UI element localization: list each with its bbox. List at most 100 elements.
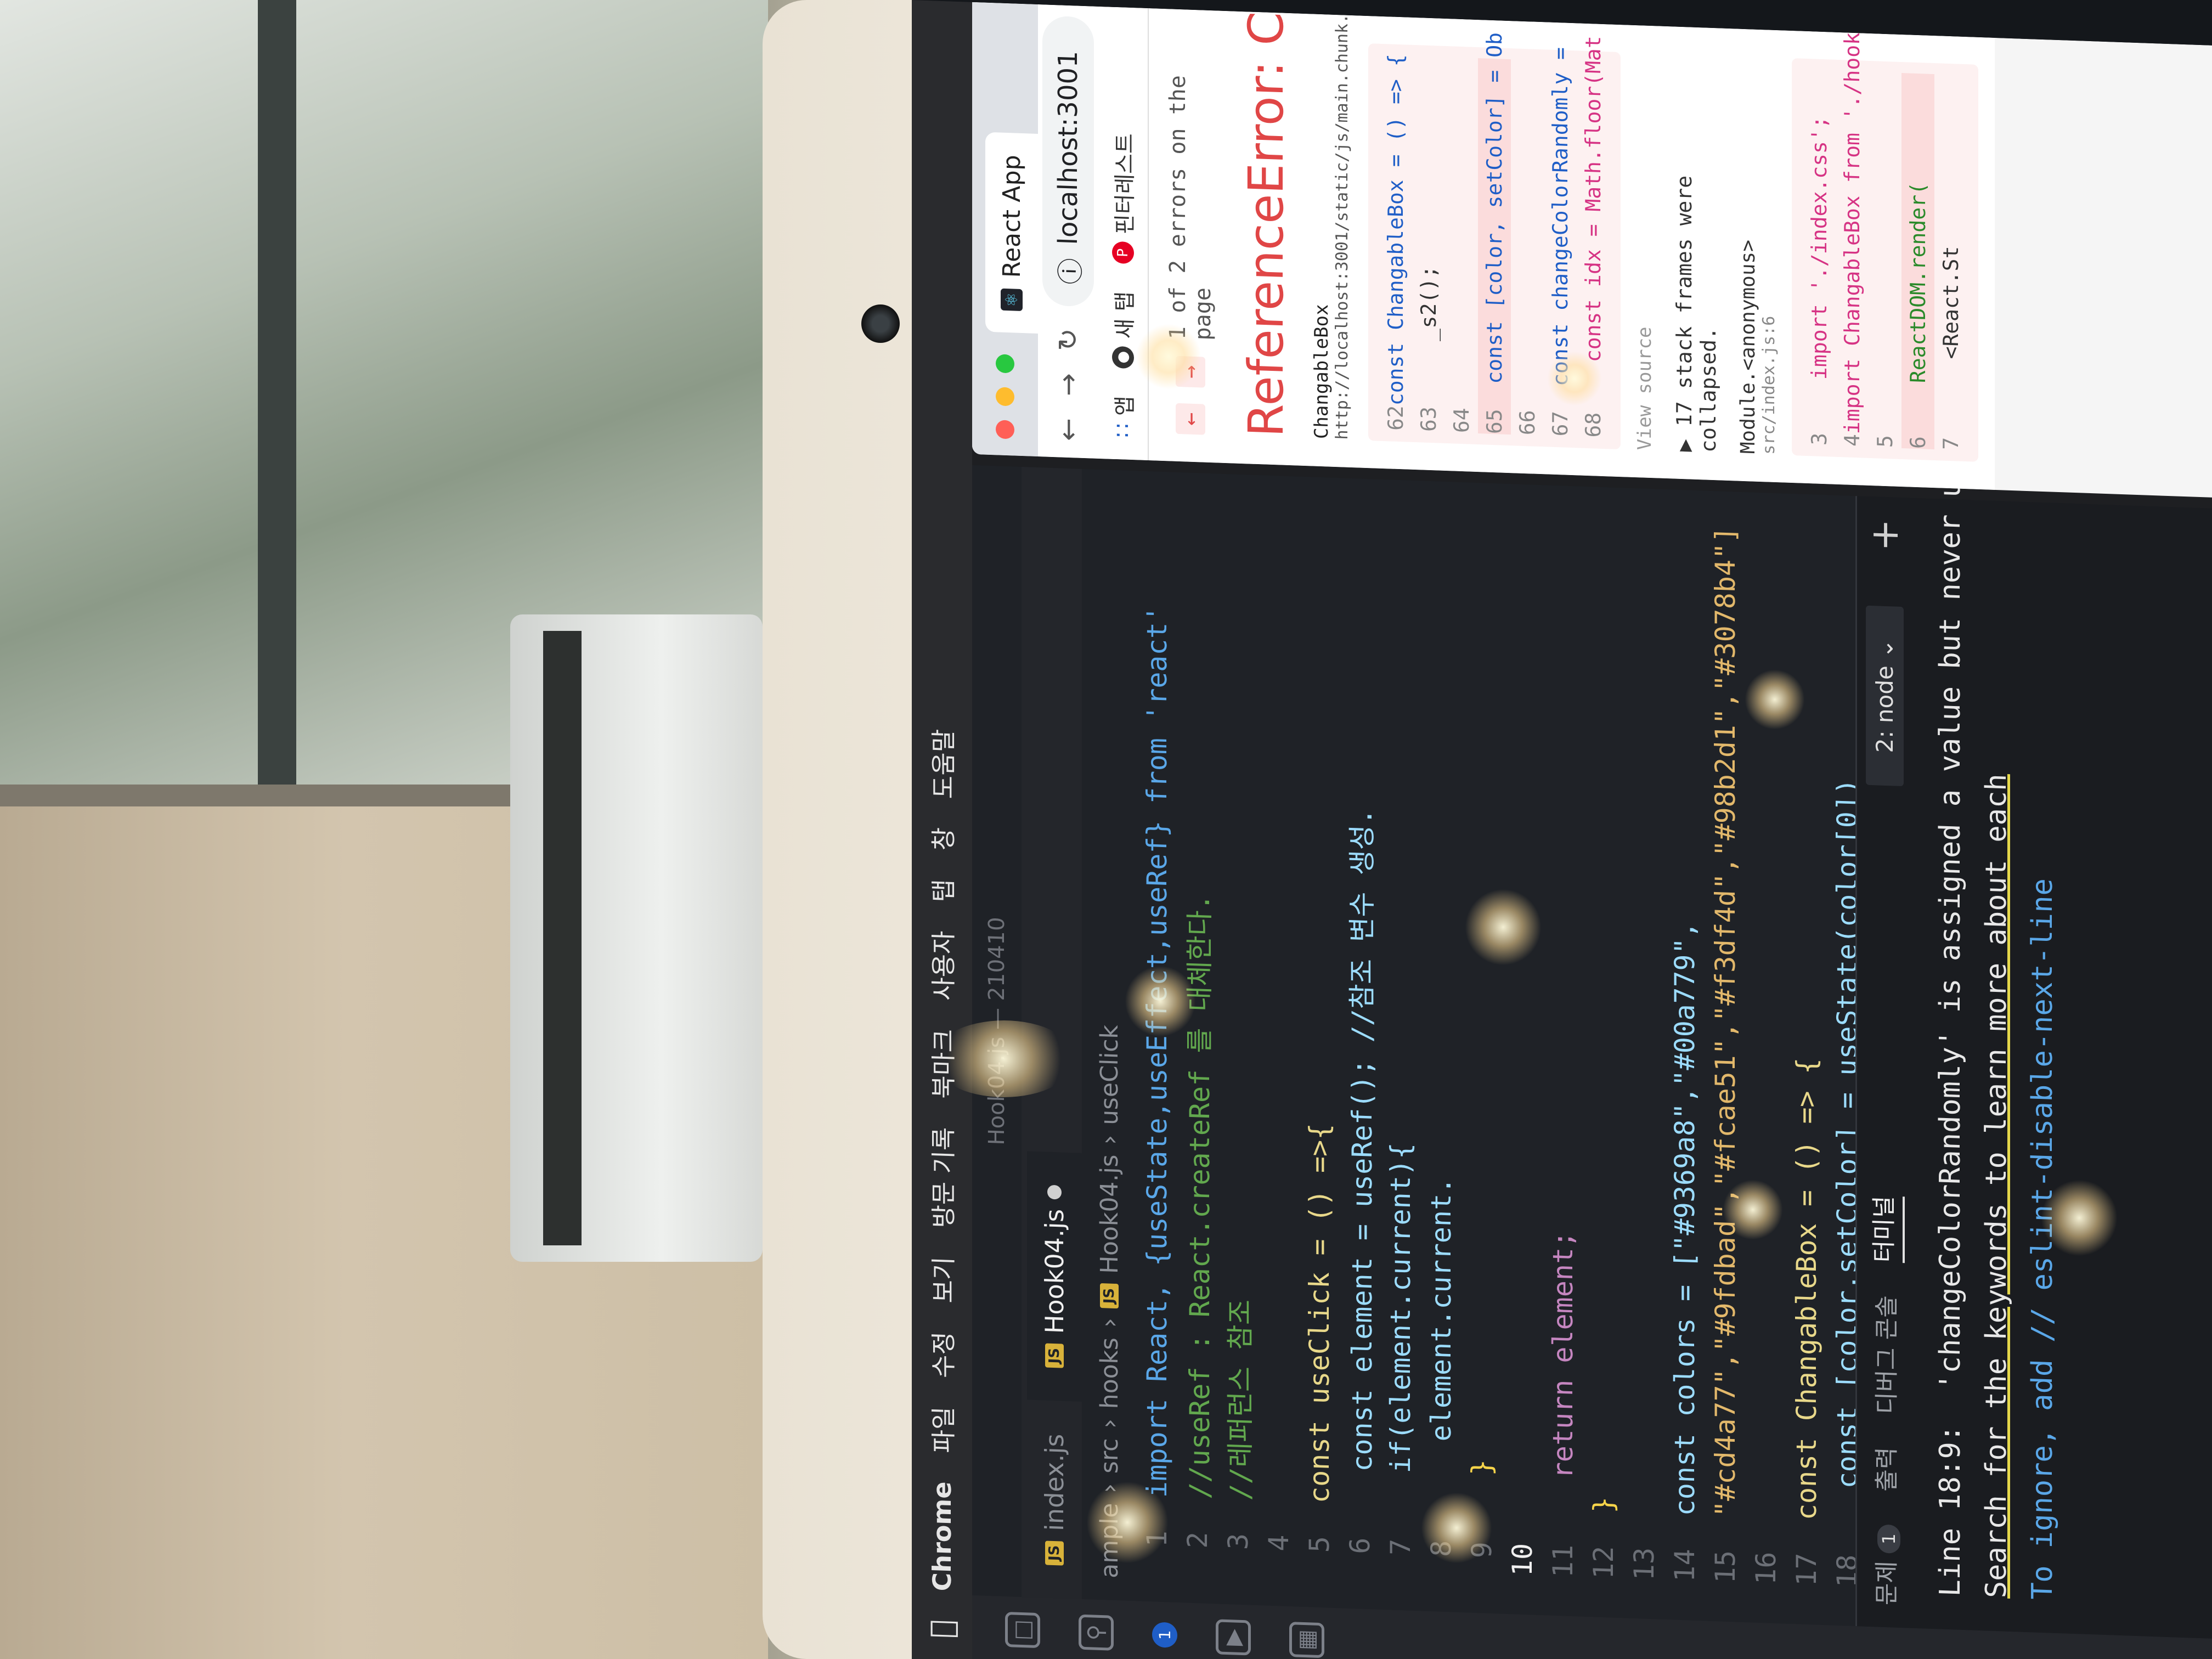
tab-index-js[interactable]: JS index.js [1027, 1400, 1082, 1599]
terminal-select[interactable]: 2: node ⌄ [1865, 605, 1904, 787]
previous-error-arrow-icon[interactable]: ← [1176, 403, 1205, 435]
code-line[interactable]: 7 if(element.current){ [1380, 479, 1421, 1611]
code-line[interactable]: 5 const useClick = () =>{ [1299, 477, 1340, 1609]
address-bar-url: localhost:3001 [1053, 50, 1084, 246]
code-text: //레퍼런스 참조 [1224, 1299, 1256, 1501]
code-line[interactable]: 8 element.current. [1421, 481, 1462, 1612]
address-bar[interactable]: ⓘ localhost:3001 [1042, 15, 1094, 307]
menu-help[interactable]: 도움말 [924, 729, 960, 799]
code-text: "#cd4a77","#9fdbad","#fcae51","#f3df4d",… [1709, 526, 1741, 1518]
stack-frame-file[interactable]: src/index.js:6 [1759, 57, 1779, 455]
menu-edit[interactable]: 수정 [924, 1331, 960, 1379]
tab-terminal[interactable]: 터미널 [1864, 1195, 1905, 1263]
chevron-down-icon: ⌄ [1871, 638, 1898, 659]
line-number: 6 [1906, 436, 1930, 449]
terminal-output[interactable]: Line 18:9: 'changeColorRandomly' is assi… [1912, 428, 2094, 1635]
breadcrumb-file[interactable]: Hook04.js [1096, 1154, 1124, 1274]
browser-tab-title: React App [997, 154, 1026, 279]
problems-count-badge: 1 [1877, 1524, 1900, 1554]
debug-icon[interactable]: ▶ [1216, 1619, 1251, 1656]
code-line[interactable]: 4 [1259, 475, 1299, 1607]
tab-debug-console[interactable]: 디버그 콘솔 [1867, 1295, 1902, 1415]
error-count: 1 of 2 errors on the page [1165, 75, 1216, 341]
light-reflection [1136, 324, 1201, 390]
source-line: 62 const ChangableBox = () => { [1379, 54, 1412, 431]
menu-view[interactable]: 보기 [924, 1256, 960, 1304]
code-line[interactable]: 2//useRef : React.createRef 를 대체한다. [1177, 472, 1218, 1604]
code-line[interactable]: 17 const ChangableBox = () => { [1786, 494, 1827, 1626]
line-number: 3 [1222, 1532, 1254, 1550]
explorer-icon[interactable]: □ [1005, 1611, 1040, 1649]
code-line[interactable]: 16 [1746, 492, 1786, 1624]
tab-hook04-js[interactable]: JS Hook04.js [1027, 1150, 1082, 1402]
code-text: if(element.current){ [1385, 1142, 1417, 1507]
forward-arrow-icon[interactable]: → [1052, 373, 1084, 397]
bookmark-label: 앱 [1113, 395, 1138, 416]
code-line[interactable]: 11 return element; [1543, 485, 1583, 1617]
source-line: 4 import ChangableBox from './hooks [1836, 19, 1869, 447]
js-file-icon: JS [1045, 1541, 1064, 1566]
code-line[interactable]: 3 //레퍼런스 참조 [1218, 473, 1259, 1605]
unsaved-dot-icon[interactable] [1047, 1184, 1062, 1200]
reload-icon[interactable]: ↻ [1052, 328, 1084, 352]
line-number: 63 [1417, 406, 1441, 432]
menu-file[interactable]: 파일 [924, 1406, 960, 1454]
breadcrumb-src[interactable]: src [1096, 1438, 1124, 1474]
chevron-right-icon: › [1095, 1134, 1124, 1146]
module-source-snippet: 3 import './index.css'; 4 import Changable… [1792, 19, 1978, 462]
back-arrow-icon[interactable]: ← [1052, 417, 1084, 442]
panel-tabs: 문제 1 출력 디버그 콘솔 터미널 2: node ⌄ + [1857, 496, 1912, 1628]
breadcrumb-hooks[interactable]: hooks [1096, 1337, 1124, 1409]
source-line: 5 [1869, 72, 1901, 448]
new-terminal-plus-icon[interactable]: + [1862, 518, 1907, 552]
maximize-window-icon[interactable] [996, 354, 1014, 374]
bookmark-new-tab[interactable]: ● 새 탭 [1107, 291, 1139, 369]
code-line[interactable]: 15 "#cd4a77","#9fdbad","#fcae51","#f3df4d… [1705, 490, 1746, 1622]
collapsed-frames-toggle[interactable]: ▶ 17 stack frames were collapsed. [1672, 54, 1720, 453]
light-reflection [2041, 1180, 2118, 1256]
code-line[interactable]: 9 } [1462, 482, 1502, 1614]
bookmark-apps[interactable]: ∷ 앱 [1107, 395, 1139, 438]
line-number: 5 [1304, 1535, 1335, 1554]
apple-icon[interactable]:  [924, 1619, 960, 1639]
line-number: 12 [1588, 1545, 1620, 1580]
minimize-window-icon[interactable] [996, 387, 1014, 407]
source-text: import ChangableBox from './hooks [1840, 19, 1864, 435]
browser-tab[interactable]: ⚛ React App [985, 132, 1038, 334]
pinterest-icon: P [1112, 241, 1134, 264]
code-line[interactable]: 13 [1624, 488, 1664, 1620]
source-line: 64 [1445, 57, 1478, 433]
search-icon[interactable]: ⚲ [1079, 1614, 1114, 1651]
source-control-badge[interactable]: 1 [1152, 1622, 1177, 1648]
line-number: 66 [1515, 409, 1539, 436]
light-reflection [1547, 351, 1602, 406]
line-number: 4 [1840, 433, 1864, 447]
bookmark-pinterest[interactable]: P 핀터레스트 [1107, 133, 1139, 264]
menu-app-name[interactable]: Chrome [927, 1481, 957, 1592]
menu-tab[interactable]: 탭 [924, 878, 960, 903]
menu-window[interactable]: 창 [924, 827, 960, 851]
code-line[interactable]: 14 const colors = ["#9369a8","#00a779", [1664, 489, 1705, 1621]
error-source-url[interactable]: http://localhost:3001/static/js/main.chu… [1333, 2, 1352, 440]
view-source-link[interactable]: View source [1634, 53, 1656, 451]
menu-history[interactable]: 방문 기록 [924, 1126, 960, 1229]
bottom-panel: 문제 1 출력 디버그 콘솔 터미널 2: node ⌄ + Line 18:9… [1855, 428, 2212, 1639]
code-line[interactable]: 6 const element = useRef(); //참조 변수 생성. [1340, 478, 1380, 1610]
source-line: 63 _s2(); [1412, 56, 1445, 432]
close-window-icon[interactable] [996, 420, 1014, 439]
source-line-highlighted: 65 const [color, setColor] = Ob [1478, 32, 1511, 435]
tab-problems[interactable]: 문제 1 [1867, 1523, 1902, 1606]
line-number: 17 [1791, 1552, 1822, 1587]
extensions-icon[interactable]: ▦ [1289, 1622, 1324, 1658]
menu-people[interactable]: 사용자 [924, 930, 960, 1001]
webcam [861, 304, 900, 343]
breadcrumb-symbol[interactable]: useClick [1096, 1024, 1124, 1126]
code-editor[interactable]: 1import React, {useState,useEffect,useRe… [1137, 471, 1863, 1626]
tab-output[interactable]: 출력 [1867, 1447, 1902, 1492]
light-reflection [1745, 669, 1805, 730]
chrome-toolbar: ← → ↻ ⓘ localhost:3001 [1038, 4, 1098, 459]
code-line[interactable]: 12} [1583, 487, 1624, 1618]
code-line[interactable]: 10 [1502, 484, 1543, 1616]
info-icon[interactable]: ⓘ [1049, 257, 1087, 285]
vscode-window: □ ⚲ 1 ▶ ▦ Hook04.js — 210410 JS index.js… [972, 428, 2212, 1659]
